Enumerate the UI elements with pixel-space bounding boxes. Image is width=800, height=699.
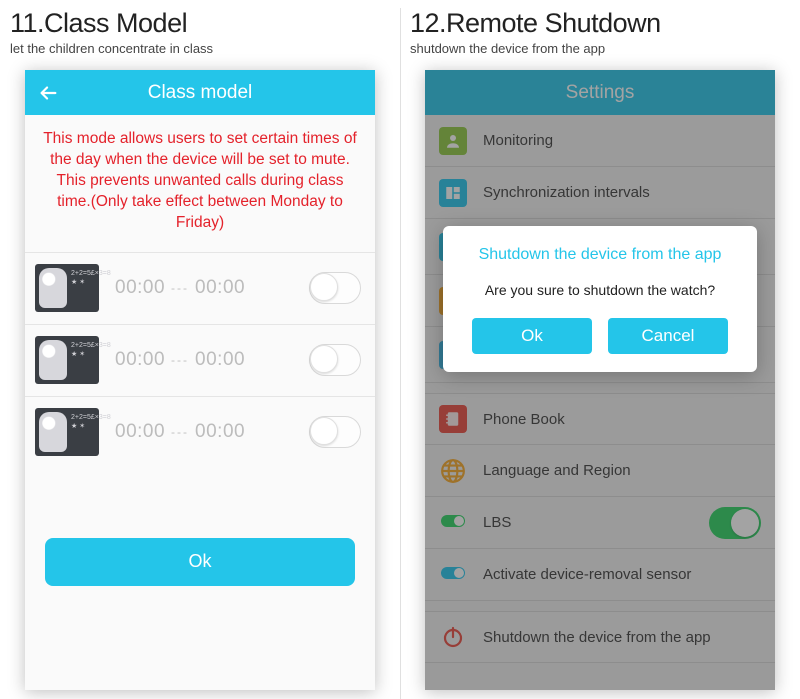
slot-toggle[interactable]	[309, 344, 361, 376]
time-from[interactable]: 00:00	[115, 277, 165, 299]
class-thumb-icon	[35, 264, 99, 312]
shutdown-dialog: Shutdown the device from the app Are you…	[443, 226, 757, 372]
ok-button[interactable]: Ok	[45, 538, 355, 586]
panel-class-model: 11.Class Model let the children concentr…	[0, 0, 400, 699]
panel-heading: 12.Remote Shutdown	[410, 8, 790, 39]
panel-heading: 11.Class Model	[10, 8, 390, 39]
time-to[interactable]: 00:00	[195, 277, 245, 299]
dialog-title: Shutdown the device from the app	[459, 246, 741, 264]
topbar: Class model	[25, 70, 375, 115]
class-thumb-icon	[35, 336, 99, 384]
panel-subheading: let the children concentrate in class	[10, 41, 390, 56]
panel-subheading: shutdown the device from the app	[410, 41, 790, 56]
time-range[interactable]: 00:00 --- 00:00	[115, 277, 309, 299]
time-separator: ---	[171, 353, 189, 367]
time-from[interactable]: 00:00	[115, 421, 165, 443]
slot-toggle[interactable]	[309, 272, 361, 304]
phone-settings: Settings Monitoring Synchronization inte…	[425, 70, 775, 690]
time-separator: ---	[171, 425, 189, 439]
time-to[interactable]: 00:00	[195, 421, 245, 443]
dialog-message: Are you sure to shutdown the watch?	[459, 282, 741, 298]
dialog-cancel-button[interactable]: Cancel	[608, 318, 728, 354]
phone-class-model: Class model This mode allows users to se…	[25, 70, 375, 690]
time-slot-1[interactable]: 00:00 --- 00:00	[25, 252, 375, 324]
mode-description: This mode allows users to set certain ti…	[25, 115, 375, 252]
arrow-left-icon	[37, 82, 59, 104]
class-thumb-icon	[35, 408, 99, 456]
dialog-ok-button[interactable]: Ok	[472, 318, 592, 354]
modal-overlay[interactable]	[425, 70, 775, 690]
slot-toggle[interactable]	[309, 416, 361, 448]
time-range[interactable]: 00:00 --- 00:00	[115, 349, 309, 371]
panel-remote-shutdown: 12.Remote Shutdown shutdown the device f…	[400, 0, 800, 699]
topbar-title: Class model	[148, 82, 253, 104]
back-button[interactable]	[37, 70, 59, 115]
time-to[interactable]: 00:00	[195, 349, 245, 371]
time-slot-3[interactable]: 00:00 --- 00:00	[25, 396, 375, 468]
time-slot-2[interactable]: 00:00 --- 00:00	[25, 324, 375, 396]
time-from[interactable]: 00:00	[115, 349, 165, 371]
time-separator: ---	[171, 281, 189, 295]
time-range[interactable]: 00:00 --- 00:00	[115, 421, 309, 443]
